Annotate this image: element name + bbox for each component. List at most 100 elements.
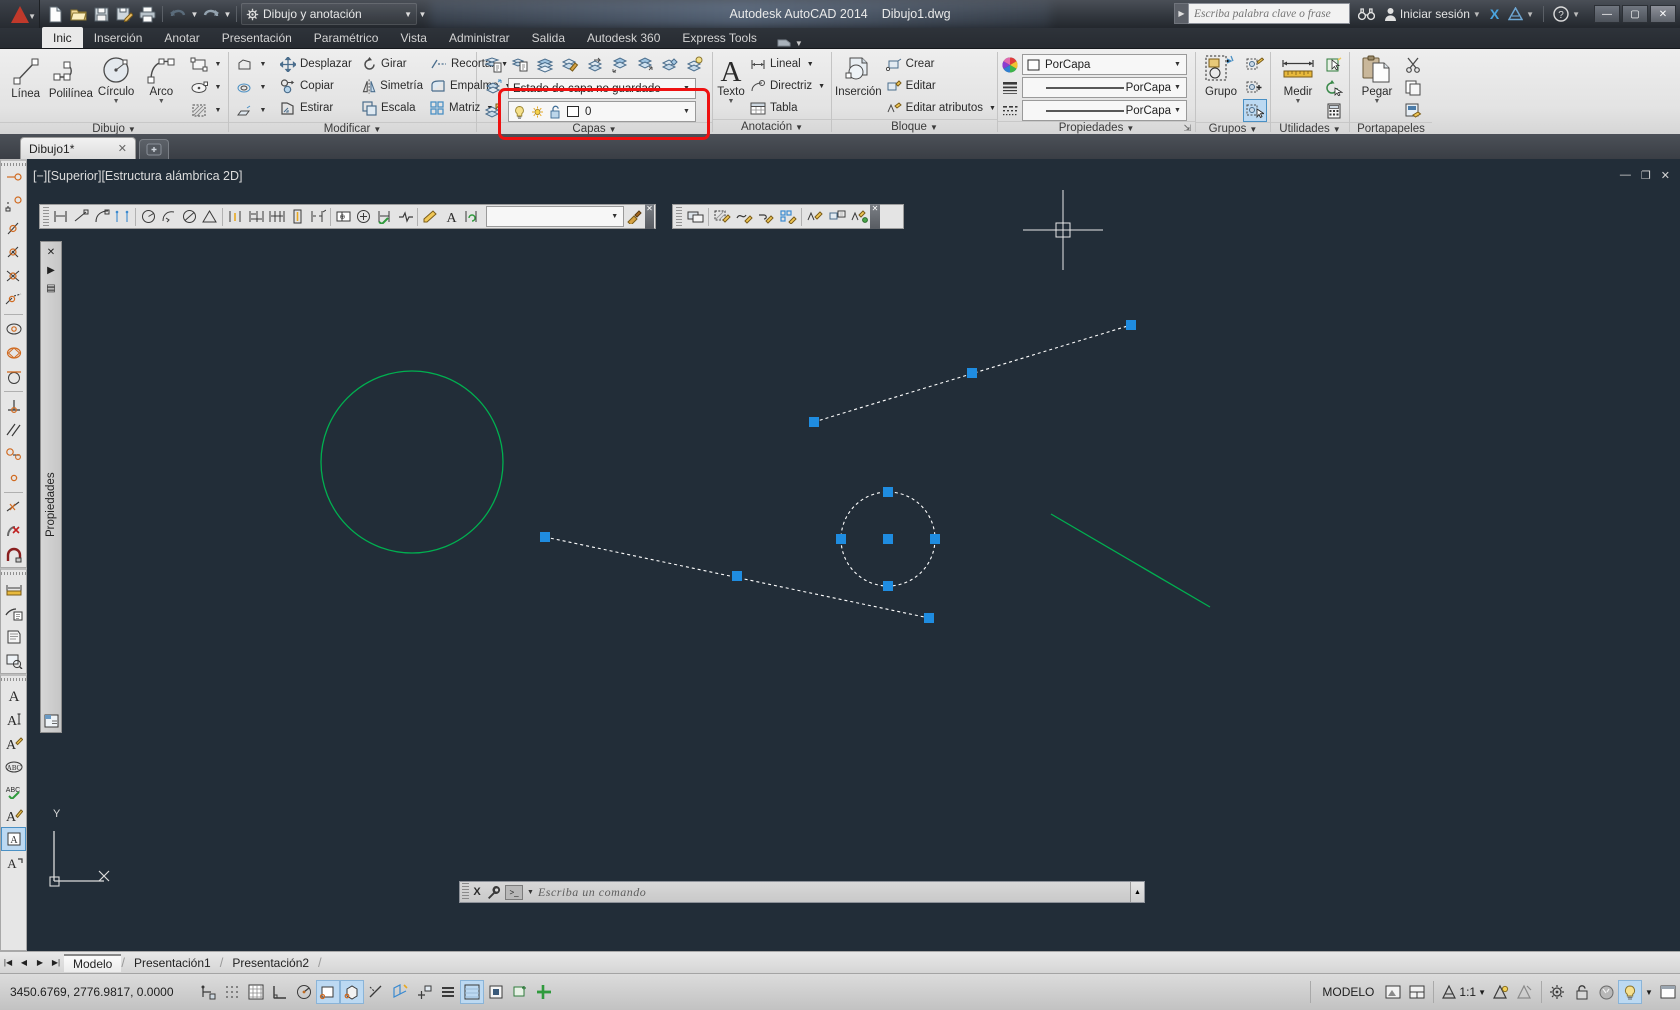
chevron-down-icon[interactable]: ▼ bbox=[1374, 98, 1381, 105]
current-layer-combo[interactable]: 0 ▼ bbox=[508, 101, 696, 122]
layer-freeze-icon[interactable] bbox=[608, 53, 632, 76]
block-create-button[interactable]: Crear bbox=[884, 53, 1001, 75]
modify-stretch-button[interactable]: Estirar bbox=[278, 97, 360, 119]
layer-make-current-icon[interactable] bbox=[481, 76, 505, 99]
chevron-down-icon[interactable]: ▼ bbox=[1171, 61, 1184, 68]
layout-nav-prev[interactable]: ◀ bbox=[16, 954, 32, 972]
layer-thaw-icon[interactable] bbox=[633, 53, 657, 76]
close-icon[interactable]: ✕ bbox=[118, 142, 127, 155]
layer-turn-all-on-icon[interactable] bbox=[683, 53, 707, 76]
layer-unisolate-icon[interactable] bbox=[658, 53, 682, 76]
command-line-close[interactable]: X bbox=[469, 886, 485, 898]
annotation-linear-button[interactable]: Lineal ▼ bbox=[748, 53, 830, 75]
modify-mirror-button[interactable]: Simetría bbox=[360, 75, 428, 97]
snap-nearest-icon[interactable] bbox=[1, 495, 26, 519]
list-info-icon[interactable] bbox=[1, 601, 26, 625]
group-button[interactable]: Grupo bbox=[1199, 53, 1243, 98]
chevron-down-icon[interactable]: ▼ bbox=[158, 98, 165, 105]
layer-match-icon[interactable] bbox=[558, 53, 582, 76]
command-input[interactable]: Escriba un comando bbox=[538, 885, 1130, 900]
minimize-button[interactable]: — bbox=[1594, 5, 1620, 23]
new-icon[interactable] bbox=[44, 3, 66, 25]
snap-node-icon[interactable] bbox=[1, 466, 26, 490]
paste-special-icon[interactable] bbox=[1401, 99, 1425, 122]
save-icon[interactable] bbox=[90, 3, 112, 25]
lineweight-status-icon[interactable] bbox=[436, 980, 460, 1004]
redo-dropdown-caret[interactable]: ▼ bbox=[223, 10, 232, 19]
snap-tangent-icon[interactable] bbox=[1, 365, 26, 389]
block-edit-attributes-button[interactable]: Editar atributos ▼ bbox=[884, 97, 1001, 119]
multiline-text-icon[interactable]: A bbox=[1, 683, 26, 707]
workspace-switch-icon[interactable] bbox=[532, 980, 556, 1004]
command-prompt-icon[interactable]: >_ bbox=[505, 884, 523, 900]
green-line-entity[interactable] bbox=[1050, 513, 1211, 608]
ellipse-icon[interactable] bbox=[187, 76, 211, 99]
dynamic-ucs-icon[interactable] bbox=[388, 980, 412, 1004]
snap-insert-icon[interactable] bbox=[1, 442, 26, 466]
ribbon-tab-insercion[interactable]: Inserción bbox=[83, 27, 154, 48]
explode-side-caret[interactable]: ▼ bbox=[256, 99, 270, 122]
search-expand-arrow[interactable]: ▶ bbox=[1174, 3, 1188, 24]
object-snap-tracking-icon[interactable] bbox=[364, 980, 388, 1004]
layout-nav-first[interactable]: |◀ bbox=[0, 954, 16, 972]
ribbon-tab-parametrico[interactable]: Paramétrico bbox=[303, 27, 390, 48]
object-snap-icon[interactable] bbox=[316, 980, 340, 1004]
draw-arc-button[interactable]: Arco ▼ bbox=[139, 53, 184, 105]
command-line-scroll-up[interactable]: ▲ bbox=[1130, 882, 1144, 902]
ribbon-tab-inicio[interactable]: Inic bbox=[42, 27, 83, 48]
snap-mode-icon[interactable] bbox=[220, 980, 244, 1004]
lineweight-combo[interactable]: PorCapa ▼ bbox=[1022, 77, 1187, 98]
chevron-down-icon[interactable]: ▼ bbox=[818, 83, 825, 90]
chevron-down-icon[interactable]: ▼ bbox=[728, 98, 735, 105]
grip-point[interactable] bbox=[967, 368, 977, 378]
stretch-side-caret[interactable]: ▼ bbox=[256, 53, 270, 76]
undo-dropdown-caret[interactable]: ▼ bbox=[190, 10, 199, 19]
snap-quadrant-icon[interactable] bbox=[1, 341, 26, 365]
ribbon-tab-salida[interactable]: Salida bbox=[521, 27, 576, 48]
group-selection-icon[interactable] bbox=[1243, 99, 1267, 122]
clean-screen-bulb-icon[interactable] bbox=[1618, 980, 1642, 1004]
layout-tab-modelo[interactable]: Modelo bbox=[64, 953, 122, 972]
grid-display-icon[interactable] bbox=[244, 980, 268, 1004]
ellipse-dropdown-caret[interactable]: ▼ bbox=[211, 76, 225, 99]
draw-polyline-button[interactable]: Polilínea bbox=[48, 53, 93, 100]
snap-extension-icon[interactable] bbox=[1, 288, 26, 312]
single-line-text-icon[interactable]: A bbox=[1, 707, 26, 731]
grip-point[interactable] bbox=[883, 534, 893, 544]
area-measure-icon[interactable] bbox=[1, 649, 26, 673]
layout-nav-last[interactable]: ▶| bbox=[48, 954, 64, 972]
ribbon-tab-anotar[interactable]: Anotar bbox=[153, 27, 210, 48]
cut-icon[interactable] bbox=[1401, 53, 1425, 76]
ungroup-edit-icon[interactable] bbox=[1243, 53, 1267, 76]
grip-point[interactable] bbox=[809, 417, 819, 427]
ribbon-tab-vista[interactable]: Vista bbox=[389, 27, 437, 48]
viewport-config-icon[interactable] bbox=[1405, 980, 1429, 1004]
file-tab-dibujo1[interactable]: Dibujo1* ✕ bbox=[20, 137, 136, 159]
chevron-down-icon[interactable]: ▼ bbox=[113, 98, 120, 105]
qat-overflow-caret[interactable]: ▼ bbox=[418, 10, 427, 19]
layer-state-combo[interactable]: Estado de capa no guardado ▼ bbox=[508, 78, 696, 99]
help-button[interactable]: ? ▼ bbox=[1550, 3, 1583, 25]
layout-tab-presentacion2[interactable]: Presentación2 bbox=[223, 954, 318, 972]
annotation-monitor-icon[interactable] bbox=[508, 980, 532, 1004]
ribbon-tab-presentacion[interactable]: Presentación bbox=[211, 27, 303, 48]
toolbar-lock-icon[interactable] bbox=[1570, 980, 1594, 1004]
snap-perpendicular-icon[interactable] bbox=[1, 394, 26, 418]
ribbon-tab-administrar[interactable]: Administrar bbox=[438, 27, 521, 48]
snap-none-icon[interactable] bbox=[1, 519, 26, 543]
edit-text-icon[interactable]: A bbox=[1, 731, 26, 755]
chevron-down-icon[interactable]: ▼ bbox=[404, 10, 412, 19]
distance-measure-icon[interactable] bbox=[1, 577, 26, 601]
ortho-mode-icon[interactable] bbox=[268, 980, 292, 1004]
command-line-grip[interactable] bbox=[462, 883, 469, 901]
explode-side-icon[interactable] bbox=[232, 99, 256, 122]
auto-scale-icon[interactable] bbox=[1513, 980, 1537, 1004]
panel-propiedades-title[interactable]: Propiedades ▼ ⇲ bbox=[998, 121, 1195, 134]
draw-line-button[interactable]: Línea bbox=[3, 53, 48, 100]
modify-rotate-button[interactable]: Girar bbox=[360, 53, 428, 75]
ribbon-tab-express-tools[interactable]: Express Tools bbox=[671, 27, 767, 48]
chevron-down-icon[interactable]: ▼ bbox=[680, 85, 693, 92]
grip-point[interactable] bbox=[883, 581, 893, 591]
spell-check-icon[interactable]: ABC bbox=[1, 779, 26, 803]
command-line[interactable]: X >_ ▼ Escriba un comando ▲ bbox=[459, 881, 1145, 903]
